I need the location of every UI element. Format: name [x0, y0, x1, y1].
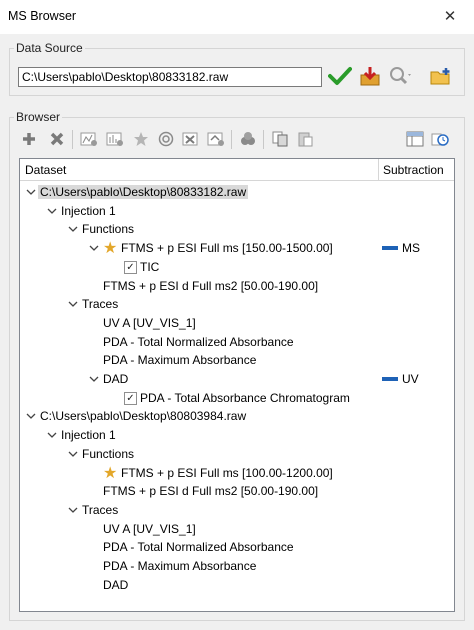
- tree-row[interactable]: PDA - Total Normalized Absorbance: [20, 333, 454, 351]
- chevron-down-icon[interactable]: [89, 242, 99, 252]
- tree-row-label: Functions: [82, 222, 135, 237]
- tree-row[interactable]: Traces: [20, 501, 454, 519]
- tree-row-label: PDA - Maximum Absorbance: [103, 353, 257, 368]
- chevron-down-icon[interactable]: [26, 186, 36, 196]
- chevron-down-icon[interactable]: [89, 373, 99, 383]
- chevron-down-icon[interactable]: [47, 205, 57, 215]
- add-folder-icon[interactable]: [428, 64, 454, 88]
- star-icon: ★: [103, 240, 118, 258]
- history-icon[interactable]: [429, 128, 451, 150]
- tree-row[interactable]: DAD: [20, 576, 454, 594]
- browser-legend: Browser: [14, 110, 63, 124]
- download-icon[interactable]: [357, 64, 383, 88]
- tree-row[interactable]: PDA - Maximum Absorbance: [20, 557, 454, 575]
- tree-row[interactable]: ★ FTMS + p ESI Full ms [100.00-1200.00]: [20, 464, 454, 482]
- subtraction-marker-icon: [382, 246, 398, 251]
- spectrum-add-icon[interactable]: [104, 128, 126, 150]
- tree-row-label: C:\Users\pablo\Desktop\80833182.raw: [38, 185, 249, 199]
- add-icon[interactable]: [18, 128, 40, 150]
- close-icon[interactable]: ✕: [436, 4, 464, 30]
- tree-row[interactable]: FTMS + p ESI d Full ms2 [50.00-190.00]: [20, 482, 454, 500]
- column-dataset[interactable]: Dataset: [25, 163, 66, 177]
- star-icon[interactable]: [130, 128, 152, 150]
- browser-toolbar: [18, 128, 458, 152]
- search-icon[interactable]: [388, 64, 414, 88]
- tree-row-label: Injection 1: [61, 203, 116, 218]
- window-title: MS Browser: [8, 9, 77, 23]
- data-source-legend: Data Source: [14, 41, 85, 55]
- tree-row[interactable]: ✓ TIC: [20, 258, 454, 276]
- chromatogram-add-icon[interactable]: [78, 128, 100, 150]
- tree-row-label: Traces: [82, 502, 119, 517]
- tree-row[interactable]: C:\Users\pablo\Desktop\80833182.raw: [20, 183, 454, 201]
- dataset-tree[interactable]: Dataset Subtraction C:\Users\pablo\Deskt…: [19, 158, 455, 612]
- replace-icon[interactable]: [205, 128, 227, 150]
- tree-row-label: FTMS + p ESI Full ms [150.00-1500.00]: [121, 241, 333, 256]
- trace-checkbox[interactable]: ✓: [124, 260, 137, 274]
- tree-row-label: PDA - Total Absorbance Chromatogram: [140, 390, 350, 405]
- tree-row[interactable]: DAD UV: [20, 370, 454, 388]
- check-icon[interactable]: [327, 64, 353, 88]
- chevron-down-icon[interactable]: [68, 448, 78, 458]
- columns-icon[interactable]: [404, 128, 426, 150]
- tree-row-label: Injection 1: [61, 428, 116, 443]
- tree-header: Dataset Subtraction: [20, 159, 454, 181]
- tree-row[interactable]: ✓ PDA - Total Absorbance Chromatogram: [20, 389, 454, 407]
- delete-trace-icon[interactable]: [180, 128, 202, 150]
- copy-icon[interactable]: [269, 128, 291, 150]
- chevron-down-icon[interactable]: [47, 429, 57, 439]
- tree-row[interactable]: UV A [UV_VIS_1]: [20, 314, 454, 332]
- tree-row-label: UV A [UV_VIS_1]: [103, 315, 196, 330]
- tree-row[interactable]: FTMS + p ESI d Full ms2 [50.00-190.00]: [20, 277, 454, 295]
- tree-row[interactable]: PDA - Maximum Absorbance: [20, 351, 454, 369]
- column-subtraction[interactable]: Subtraction: [383, 163, 444, 177]
- flask-icon[interactable]: [237, 128, 259, 150]
- tree-row[interactable]: Injection 1: [20, 426, 454, 444]
- tree-row-label: DAD: [103, 577, 129, 592]
- tree-row[interactable]: UV A [UV_VIS_1]: [20, 520, 454, 538]
- remove-icon[interactable]: [46, 128, 68, 150]
- tree-row[interactable]: Functions: [20, 445, 454, 463]
- chevron-down-icon[interactable]: [26, 410, 36, 420]
- tree-row[interactable]: ★ FTMS + p ESI Full ms [150.00-1500.00] MS: [20, 239, 454, 257]
- tree-row-label: TIC: [140, 259, 160, 274]
- tree-row-label: UV A [UV_VIS_1]: [103, 521, 196, 536]
- tree-row-label: C:\Users\pablo\Desktop\80803984.raw: [40, 409, 247, 424]
- subtraction-label: MS: [402, 241, 420, 256]
- tree-row[interactable]: Traces: [20, 295, 454, 313]
- target-icon[interactable]: [155, 128, 177, 150]
- tree-row-label: PDA - Total Normalized Absorbance: [103, 334, 294, 349]
- chevron-down-icon[interactable]: [68, 223, 78, 233]
- tree-row[interactable]: Injection 1: [20, 202, 454, 220]
- title-bar: MS Browser ✕: [0, 0, 474, 34]
- trace-checkbox[interactable]: ✓: [124, 391, 137, 405]
- chevron-down-icon[interactable]: [68, 504, 78, 514]
- star-icon: ★: [103, 464, 118, 482]
- tree-row-label: Functions: [82, 446, 135, 461]
- tree-row-label: PDA - Total Normalized Absorbance: [103, 540, 294, 555]
- tree-row-label: FTMS + p ESI Full ms [100.00-1200.00]: [121, 465, 333, 480]
- subtraction-marker-icon: [382, 377, 398, 381]
- tree-row-label: Traces: [82, 297, 119, 312]
- paste-icon[interactable]: [294, 128, 316, 150]
- tree-row-label: FTMS + p ESI d Full ms2 [50.00-190.00]: [103, 278, 319, 293]
- file-path-input[interactable]: [18, 67, 322, 87]
- tree-row-label: PDA - Maximum Absorbance: [103, 559, 257, 573]
- subtraction-label: UV: [402, 372, 419, 386]
- tree-row[interactable]: PDA - Total Normalized Absorbance: [20, 538, 454, 556]
- tree-row-label: FTMS + p ESI d Full ms2 [50.00-190.00]: [103, 484, 319, 499]
- tree-row[interactable]: Functions: [20, 220, 454, 238]
- tree-row-label: DAD: [103, 372, 129, 386]
- chevron-down-icon[interactable]: [68, 298, 78, 308]
- tree-row[interactable]: C:\Users\pablo\Desktop\80803984.raw: [20, 407, 454, 425]
